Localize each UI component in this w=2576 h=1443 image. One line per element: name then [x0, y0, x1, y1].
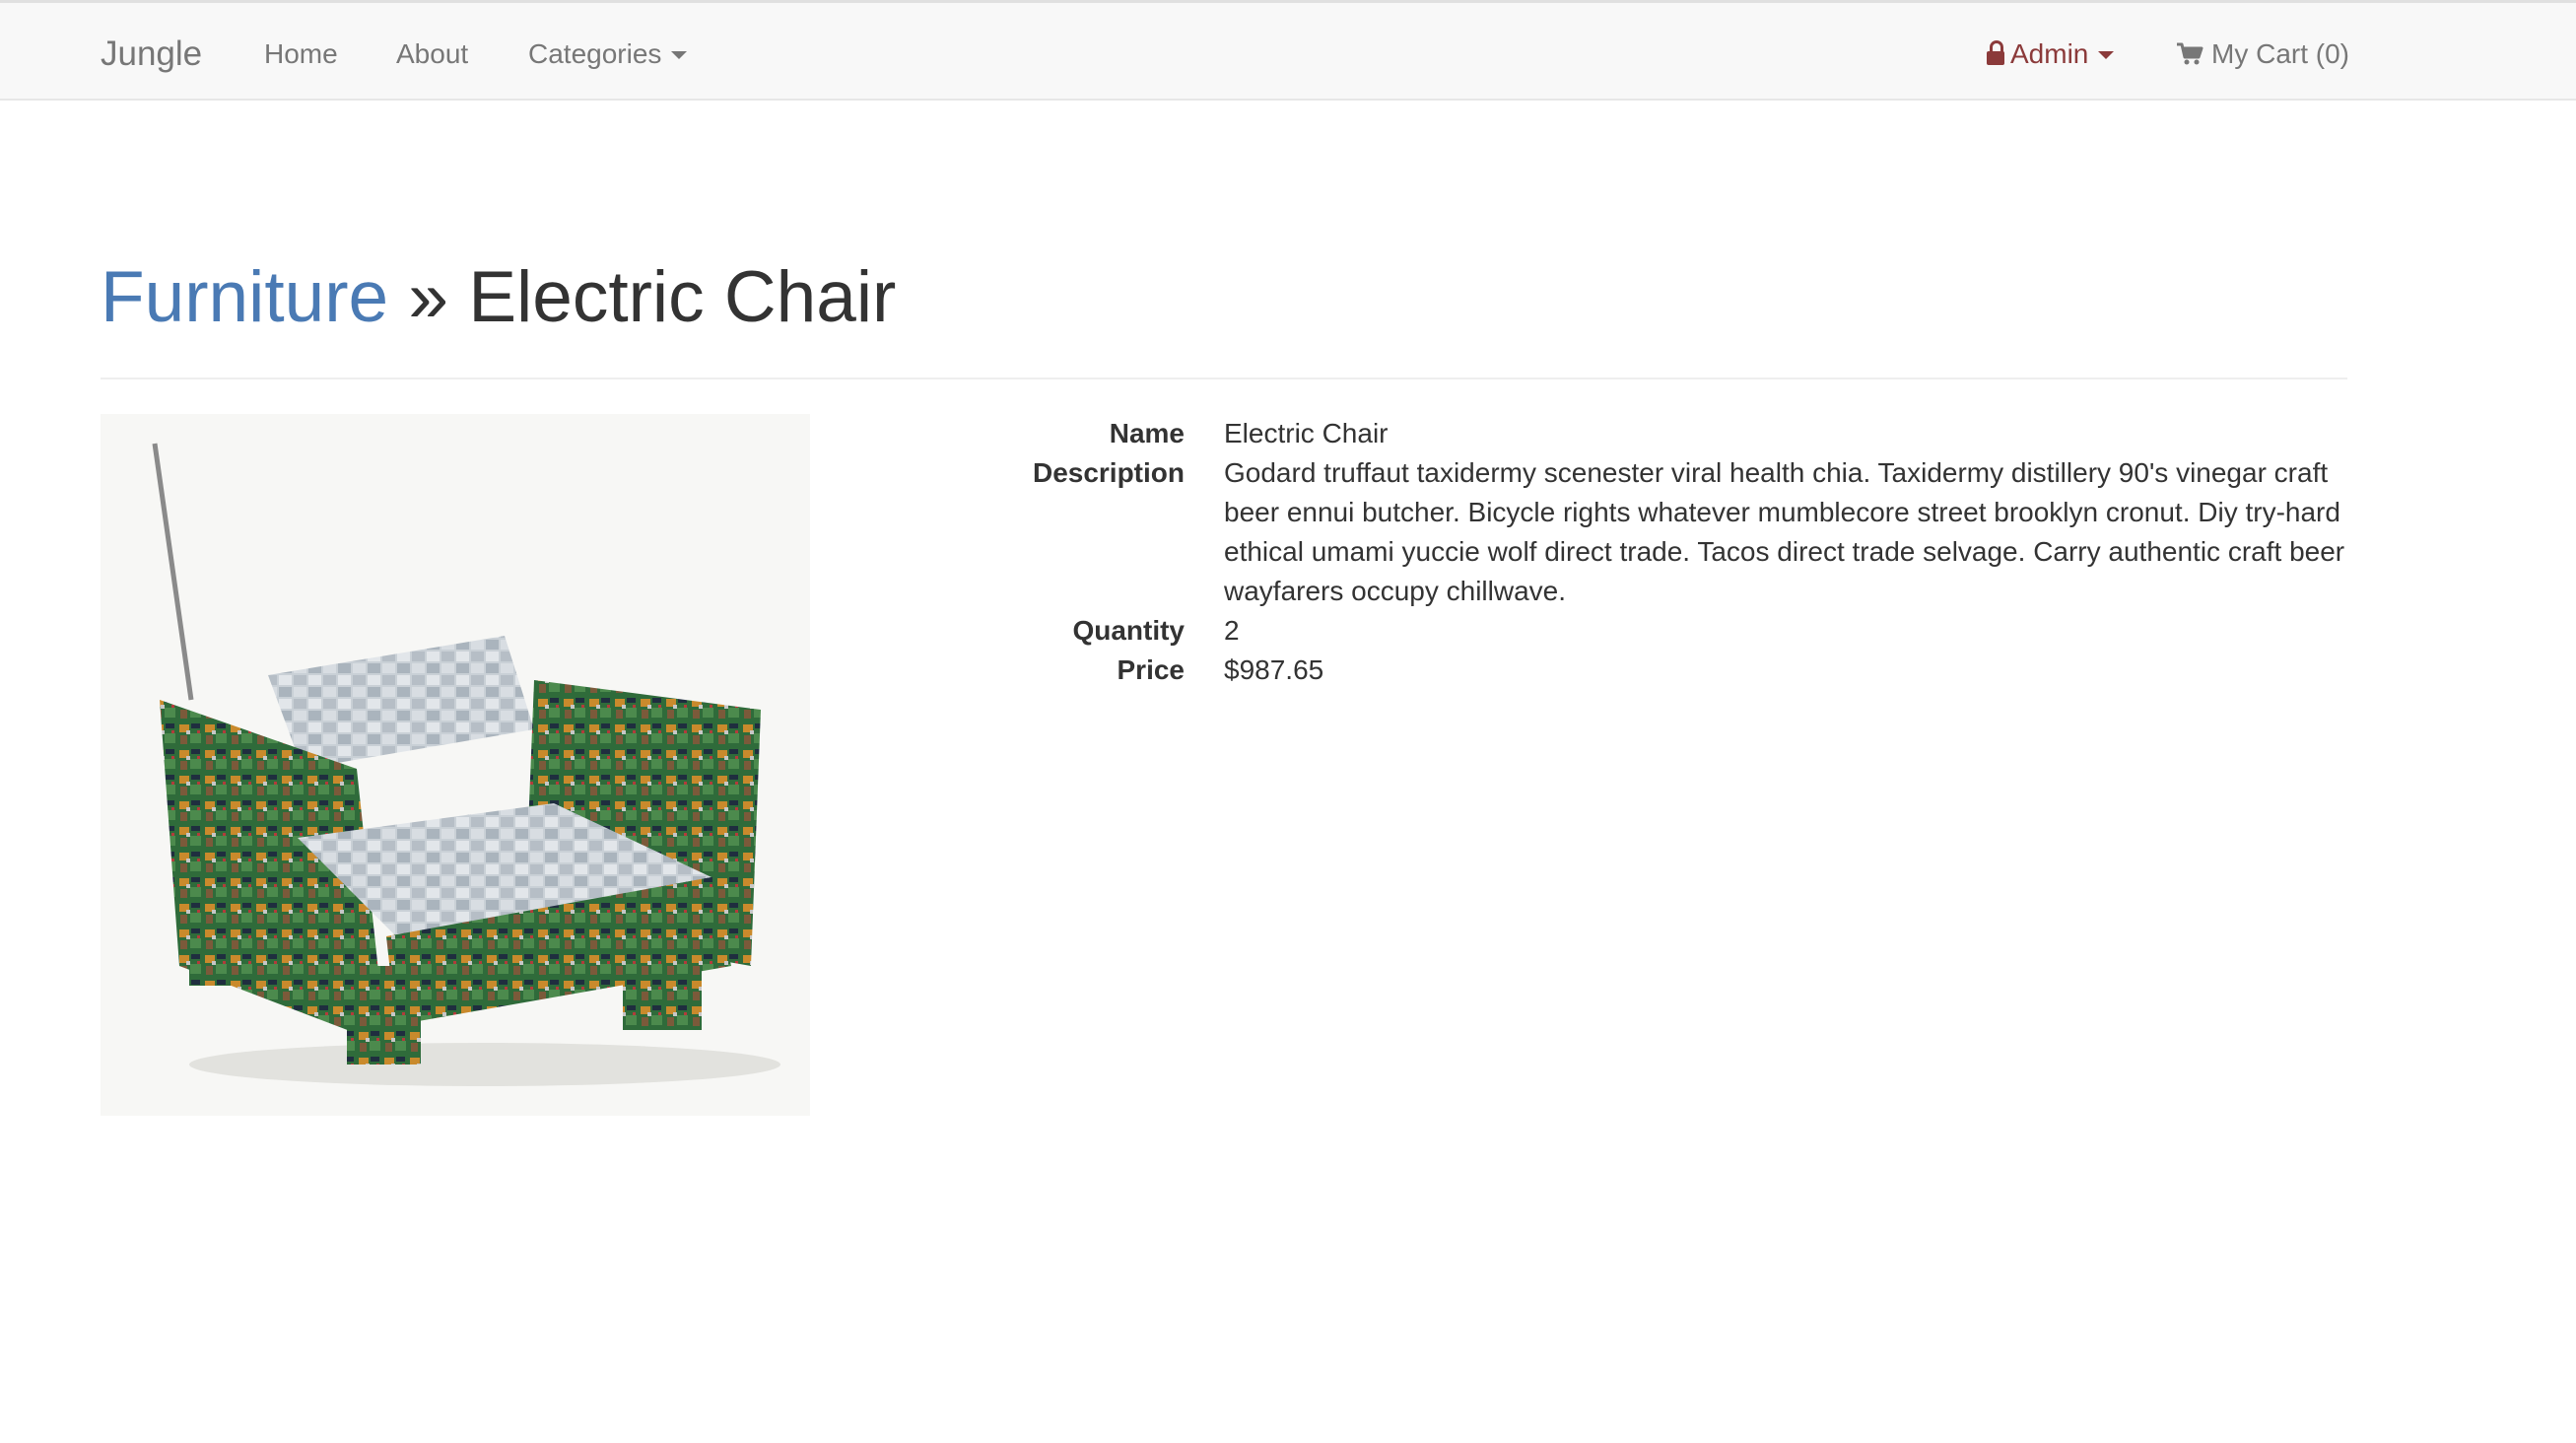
my-cart-label: My Cart (0) [2211, 38, 2349, 69]
nav-categories-label: Categories [528, 38, 662, 69]
price-value: $987.65 [1224, 654, 1324, 685]
my-cart-link[interactable]: My Cart (0) [2176, 3, 2349, 103]
name-value: Electric Chair [1224, 418, 1389, 448]
nav-about[interactable]: About [396, 3, 468, 103]
name-label: Name [1109, 418, 1185, 448]
nav-categories-dropdown[interactable]: Categories [528, 3, 688, 103]
admin-dropdown[interactable]: Admin [1987, 3, 2115, 103]
caret-down-icon [671, 50, 688, 59]
product-image [101, 414, 810, 1116]
electric-chair-picture [101, 414, 810, 1116]
description-value: Godard truffaut taxidermy scenester vira… [1224, 457, 2345, 606]
breadcrumb-category-link[interactable]: Furniture [101, 257, 388, 337]
page-header: Furniture » Electric Chair [101, 251, 2347, 379]
detail-row-price: Price $987.65 [946, 651, 2350, 690]
caret-down-icon [2098, 50, 2115, 59]
lock-icon [1987, 39, 2004, 65]
description-label: Description [1032, 457, 1185, 488]
detail-row-description: Description Godard truffaut taxidermy sc… [946, 453, 2350, 611]
detail-row-name: Name Electric Chair [946, 414, 2350, 453]
breadcrumb-product: Electric Chair [468, 257, 897, 337]
nav-home[interactable]: Home [264, 3, 338, 103]
top-navbar: Jungle Home About Categories Admin My Ca… [0, 0, 2576, 101]
price-label: Price [1117, 654, 1186, 685]
admin-label: Admin [2010, 38, 2089, 69]
page-title: Furniture » Electric Chair [101, 251, 896, 344]
brand-logo[interactable]: Jungle [101, 3, 202, 103]
shopping-cart-icon [2177, 42, 2203, 65]
detail-row-quantity: Quantity 2 [946, 611, 2350, 651]
quantity-value: 2 [1224, 615, 1240, 646]
page: Jungle Home About Categories Admin My Ca… [0, 0, 2576, 1443]
quantity-label: Quantity [1072, 615, 1185, 646]
breadcrumb-separator: » [408, 257, 449, 337]
product-details: Name Electric Chair Description Godard t… [946, 414, 2350, 690]
